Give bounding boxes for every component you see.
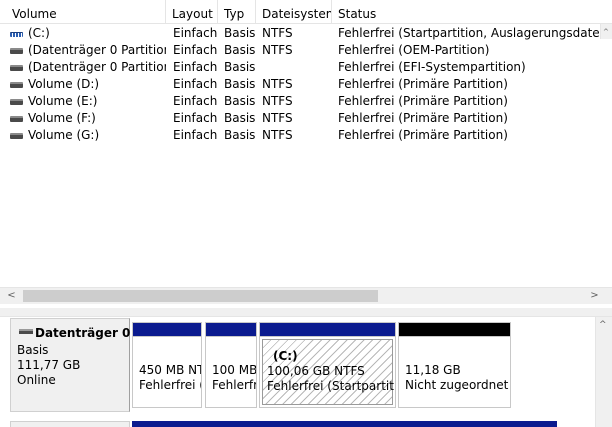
volume-type: Basis xyxy=(224,94,256,108)
volume-name: Volume (D:) xyxy=(28,77,100,91)
volume-filesystem: NTFS xyxy=(262,128,293,142)
partition-body: 100 MB Fehlerfr xyxy=(208,339,257,405)
partition-body-selected: (C:) 100,06 GB NTFS Fehlerfrei (Startpar… xyxy=(262,339,396,405)
partition-body: 11,18 GB Nicht zugeordnet xyxy=(401,339,508,405)
volume-type: Basis xyxy=(224,60,256,74)
volume-type: Basis xyxy=(224,43,256,57)
volume-table-body: (C:) Einfach Basis NTFS Fehlerfrei (Star… xyxy=(0,25,600,144)
table-row[interactable]: Volume (G:) Einfach Basis NTFS Fehlerfre… xyxy=(0,127,600,144)
scroll-right-arrow-icon[interactable]: > xyxy=(586,288,603,304)
partition-size: 100 MB xyxy=(212,363,257,377)
partition-label: (C:) xyxy=(273,349,298,363)
volume-status: Fehlerfrei (Startpartition, Auslagerungs… xyxy=(338,26,600,40)
partition-type-bar xyxy=(260,323,395,337)
list-vertical-scrollbar[interactable]: ^ xyxy=(600,24,612,39)
volume-type: Basis xyxy=(224,128,256,142)
volume-filesystem xyxy=(262,59,332,76)
volume-filesystem: NTFS xyxy=(262,26,293,40)
column-header-row: Volume Layout Typ Dateisystem Status xyxy=(0,0,612,24)
disk-map-pane: Datenträger 0 Basis 111,77 GB Online 450… xyxy=(0,317,612,427)
disk-1-partition-bar[interactable] xyxy=(132,421,557,427)
volume-name: Volume (G:) xyxy=(28,128,100,142)
volume-layout: Einfach xyxy=(173,77,218,91)
volume-layout: Einfach xyxy=(173,94,218,108)
partition-status: Nicht zugeordnet xyxy=(405,378,509,392)
volume-status: Fehlerfrei (EFI-Systempartition) xyxy=(338,60,526,74)
volume-status: Fehlerfrei (Primäre Partition) xyxy=(338,77,508,91)
volume-status: Fehlerfrei (OEM-Partition) xyxy=(338,43,490,57)
partition-c[interactable]: (C:) 100,06 GB NTFS Fehlerfrei (Startpar… xyxy=(259,322,396,408)
partition-body: 450 MB NT Fehlerfrei ( xyxy=(135,339,202,405)
volume-layout: Einfach xyxy=(173,128,218,142)
table-row[interactable]: Volume (E:) Einfach Basis NTFS Fehlerfre… xyxy=(0,93,600,110)
volume-status: Fehlerfrei (Primäre Partition) xyxy=(338,94,508,108)
disk-0-label[interactable]: Datenträger 0 Basis 111,77 GB Online xyxy=(10,318,130,412)
disk-map-vertical-scrollbar[interactable]: ^ xyxy=(595,317,612,427)
partition-type-bar xyxy=(206,323,256,337)
disk-name: Datenträger 0 xyxy=(35,326,131,340)
table-row[interactable]: Volume (D:) Einfach Basis NTFS Fehlerfre… xyxy=(0,76,600,93)
scroll-up-arrow-icon[interactable]: ^ xyxy=(599,320,607,330)
disk-icon xyxy=(19,329,33,334)
volume-name: Volume (E:) xyxy=(28,94,98,108)
disk-state: Online xyxy=(17,373,56,387)
disk-size: 111,77 GB xyxy=(17,358,81,372)
partition-status: Fehlerfr xyxy=(212,378,257,392)
scroll-left-arrow-icon[interactable]: < xyxy=(3,288,20,304)
volume-layout: Einfach xyxy=(173,26,218,40)
table-row[interactable]: (C:) Einfach Basis NTFS Fehlerfrei (Star… xyxy=(0,25,600,42)
partition-size: 450 MB NT xyxy=(139,363,202,377)
column-header-volume[interactable]: Volume xyxy=(7,0,166,24)
volume-filesystem: NTFS xyxy=(262,94,293,108)
volume-name: Volume (F:) xyxy=(28,111,96,125)
partition-size: 11,18 GB xyxy=(405,363,461,377)
pane-splitter[interactable] xyxy=(0,308,612,317)
striped-volume-icon xyxy=(10,32,23,37)
partition-efi[interactable]: 100 MB Fehlerfr xyxy=(205,322,257,408)
volume-icon xyxy=(10,65,23,71)
disk-1-label[interactable] xyxy=(10,421,130,427)
volume-name: (Datenträger 0 Partition 2) xyxy=(28,60,166,74)
volume-filesystem: NTFS xyxy=(262,43,293,57)
volume-layout: Einfach xyxy=(173,43,218,57)
volume-name: (C:) xyxy=(28,26,50,40)
partition-status: Fehlerfrei ( xyxy=(139,378,202,392)
volume-type: Basis xyxy=(224,111,256,125)
scroll-up-arrow-icon[interactable]: ^ xyxy=(603,28,609,36)
partition-unallocated[interactable]: 11,18 GB Nicht zugeordnet xyxy=(398,322,511,408)
partition-size: 100,06 GB NTFS xyxy=(267,364,365,378)
volume-layout: Einfach xyxy=(173,111,218,125)
volume-layout: Einfach xyxy=(173,60,218,74)
volume-icon xyxy=(10,82,23,88)
horizontal-scrollbar[interactable]: < > xyxy=(0,287,612,304)
table-row[interactable]: Volume (F:) Einfach Basis NTFS Fehlerfre… xyxy=(0,110,600,127)
disk-type: Basis xyxy=(17,343,49,357)
column-header-status[interactable]: Status xyxy=(333,0,612,24)
partition-status: Fehlerfrei (Startpartitior xyxy=(267,379,396,393)
volume-icon xyxy=(10,116,23,122)
volume-icon xyxy=(10,99,23,105)
column-header-type[interactable]: Typ xyxy=(219,0,256,24)
volume-filesystem: NTFS xyxy=(262,77,293,91)
partition-oem[interactable]: 450 MB NT Fehlerfrei ( xyxy=(132,322,202,408)
volume-icon xyxy=(10,48,23,54)
volume-icon xyxy=(10,133,23,139)
unallocated-type-bar xyxy=(399,323,510,337)
volume-status: Fehlerfrei (Primäre Partition) xyxy=(338,128,508,142)
table-row[interactable]: (Datenträger 0 Partition 1) Einfach Basi… xyxy=(0,42,600,59)
volume-status: Fehlerfrei (Primäre Partition) xyxy=(338,111,508,125)
volume-type: Basis xyxy=(224,26,256,40)
column-header-layout[interactable]: Layout xyxy=(167,0,218,24)
partition-type-bar xyxy=(133,323,201,337)
column-header-filesystem[interactable]: Dateisystem xyxy=(257,0,332,24)
table-row[interactable]: (Datenträger 0 Partition 2) Einfach Basi… xyxy=(0,59,600,76)
volume-list-pane: Volume Layout Typ Dateisystem Status ^ (… xyxy=(0,0,612,308)
horizontal-scroll-thumb[interactable] xyxy=(23,290,378,302)
volume-name: (Datenträger 0 Partition 1) xyxy=(28,43,166,57)
volume-filesystem: NTFS xyxy=(262,111,293,125)
volume-type: Basis xyxy=(224,77,256,91)
